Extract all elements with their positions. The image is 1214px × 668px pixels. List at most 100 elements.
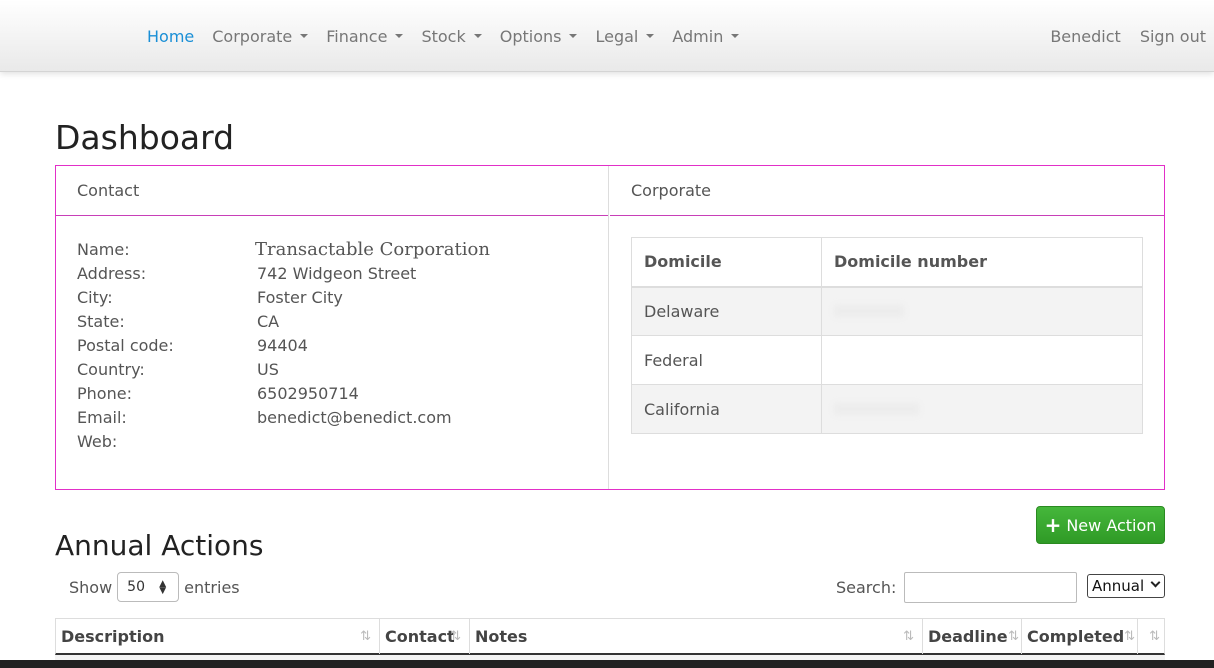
actions-table-header: Description ⇅ Contact ⇅ Notes ⇅ Deadline ⇅ C… bbox=[55, 618, 1165, 655]
caret-down-icon bbox=[300, 34, 309, 38]
nav-legal-label: Legal bbox=[595, 26, 639, 46]
sort-icon: ⇅ bbox=[1149, 629, 1160, 644]
contact-value: 742 Widgeon Street bbox=[257, 263, 417, 283]
contact-label: Postal code: bbox=[77, 335, 174, 355]
column-header-description[interactable]: Description ⇅ bbox=[56, 619, 380, 654]
table-row-cutoff bbox=[0, 660, 1214, 668]
sort-icon: ⇅ bbox=[1008, 629, 1019, 644]
column-label: Contact bbox=[385, 627, 455, 646]
period-filter-select[interactable]: Annual bbox=[1087, 574, 1165, 598]
updown-arrows-icon: ▲ ▼ bbox=[159, 579, 167, 596]
contact-label: Email: bbox=[77, 407, 127, 427]
contact-row-postal-code: Postal code: 94404 bbox=[77, 333, 490, 357]
nav-admin-label: Admin bbox=[672, 26, 724, 46]
caret-down-icon bbox=[646, 34, 655, 38]
search-input[interactable] bbox=[904, 571, 1078, 603]
domicile-table: Domicile Domicile number Delaware Federa… bbox=[631, 237, 1143, 434]
contact-row-state: State: CA bbox=[77, 309, 490, 333]
column-label: Notes bbox=[475, 627, 528, 646]
new-action-button[interactable]: + New Action bbox=[1036, 506, 1165, 544]
redacted-value bbox=[834, 402, 919, 415]
table-search: Search: bbox=[836, 571, 1078, 603]
nav-options-dropdown[interactable]: Options bbox=[500, 27, 578, 46]
caret-down-icon bbox=[395, 34, 404, 38]
caret-down-icon bbox=[569, 34, 578, 38]
sort-icon: ⇅ bbox=[450, 629, 461, 644]
table-header-row: Domicile Domicile number bbox=[631, 237, 1143, 288]
contact-label: Web: bbox=[77, 431, 118, 451]
nav-legal-dropdown[interactable]: Legal bbox=[595, 26, 655, 46]
column-header-notes[interactable]: Notes ⇅ bbox=[470, 619, 923, 654]
redacted-value bbox=[834, 304, 904, 317]
contact-label: Country: bbox=[77, 359, 145, 379]
contact-value: 6502950714 bbox=[257, 383, 359, 403]
column-header-extra[interactable]: ⇅ bbox=[1138, 619, 1164, 654]
period-value: Annual bbox=[1092, 577, 1145, 595]
company-name: Transactable Corporation bbox=[255, 238, 490, 260]
nav-corporate-dropdown[interactable]: Corporate bbox=[212, 26, 309, 46]
domicile-cell: California bbox=[631, 384, 822, 434]
nav-stock-label: Stock bbox=[421, 26, 466, 46]
entries-select[interactable]: 50 ▲ ▼ bbox=[117, 572, 180, 602]
user-nav: Benedict Sign out bbox=[1031, 0, 1214, 72]
contact-label: Name: bbox=[77, 239, 130, 259]
nav-admin-dropdown[interactable]: Admin bbox=[672, 26, 740, 46]
nav-options-label: Options bbox=[499, 26, 562, 46]
column-header-completed[interactable]: Completed ⇅ bbox=[1022, 619, 1138, 654]
nav-finance-dropdown[interactable]: Finance bbox=[326, 26, 404, 46]
user-profile-link[interactable]: Benedict bbox=[1050, 27, 1120, 46]
show-label: Show bbox=[69, 577, 113, 597]
corporate-section: Corporate Domicile Domicile number Delaw… bbox=[610, 166, 1164, 489]
new-action-label: New Action bbox=[1066, 515, 1157, 535]
contact-row-email: Email: benedict@benedict.com bbox=[77, 405, 490, 429]
domicile-number-cell bbox=[821, 335, 1143, 385]
plus-icon: + bbox=[1044, 513, 1062, 537]
sort-icon: ⇅ bbox=[1124, 629, 1135, 644]
domicile-cell: Federal bbox=[631, 335, 822, 385]
column-header-contact[interactable]: Contact ⇅ bbox=[380, 619, 470, 654]
column-header-domicile-number: Domicile number bbox=[821, 237, 1143, 288]
search-label: Search: bbox=[836, 577, 897, 597]
contact-heading: Contact bbox=[56, 166, 608, 216]
contact-label: Address: bbox=[77, 263, 147, 283]
domicile-number-cell bbox=[821, 384, 1143, 434]
contact-label: State: bbox=[77, 311, 125, 331]
entries-value: 50 bbox=[127, 579, 145, 595]
domicile-number-cell bbox=[821, 286, 1143, 336]
company-info-panel: Contact Name: Transactable Corporation Ad… bbox=[55, 165, 1165, 490]
sort-icon: ⇅ bbox=[360, 629, 371, 644]
column-label: Completed bbox=[1027, 627, 1125, 646]
section-title: Annual Actions bbox=[55, 529, 264, 562]
contact-value: Foster City bbox=[257, 287, 343, 307]
nav-corporate-label: Corporate bbox=[212, 26, 293, 46]
contact-value: 94404 bbox=[257, 335, 308, 355]
contact-value: CA bbox=[257, 311, 280, 331]
contact-value: US bbox=[257, 359, 279, 379]
nav-stock-dropdown[interactable]: Stock bbox=[421, 26, 482, 46]
contact-row-web: Web: bbox=[77, 429, 490, 453]
table-row: Delaware bbox=[631, 286, 1143, 336]
nav-home[interactable]: Home bbox=[147, 27, 194, 46]
contact-details: Name: Transactable Corporation Address: 74… bbox=[77, 237, 490, 453]
nav-home-label: Home bbox=[147, 26, 195, 46]
column-header-deadline[interactable]: Deadline ⇅ bbox=[923, 619, 1022, 654]
contact-row-phone: Phone: 6502950714 bbox=[77, 381, 490, 405]
contact-label: City: bbox=[77, 287, 113, 307]
caret-down-icon bbox=[473, 34, 482, 38]
contact-row-address: Address: 742 Widgeon Street bbox=[77, 261, 490, 285]
caret-down-icon bbox=[731, 34, 740, 38]
contact-label: Phone: bbox=[77, 383, 132, 403]
column-label: Deadline bbox=[928, 627, 1008, 646]
sign-out-link[interactable]: Sign out bbox=[1140, 27, 1206, 46]
sort-icon: ⇅ bbox=[903, 629, 914, 644]
nav-finance-label: Finance bbox=[326, 26, 388, 46]
contact-row-country: Country: US bbox=[77, 357, 490, 381]
entries-label: entries bbox=[184, 577, 240, 597]
column-label: Description bbox=[61, 627, 165, 646]
page-title: Dashboard bbox=[55, 118, 235, 157]
top-navbar: Home Corporate Finance Stock Options Leg… bbox=[0, 0, 1214, 72]
contact-value: benedict@benedict.com bbox=[257, 407, 452, 427]
contact-section: Contact Name: Transactable Corporation Ad… bbox=[56, 166, 609, 489]
contact-row-city: City: Foster City bbox=[77, 285, 490, 309]
entries-length-control: Show 50 ▲ ▼ entries bbox=[69, 572, 240, 602]
